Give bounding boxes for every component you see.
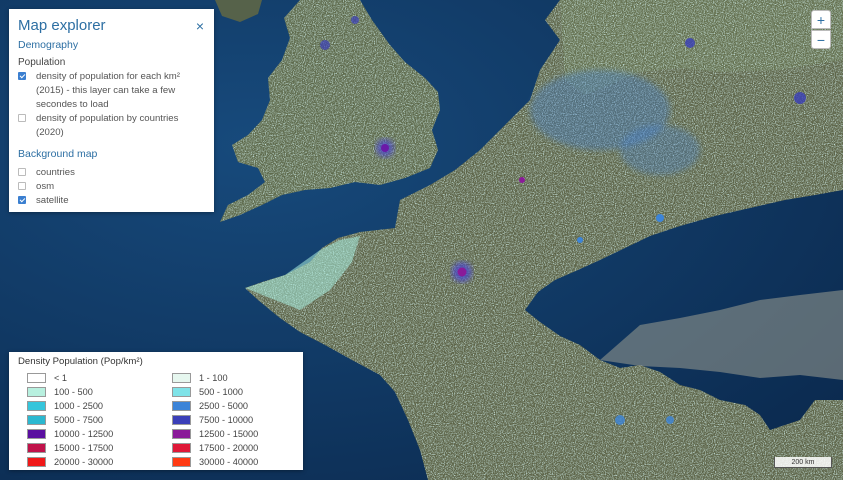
option-bg-satellite[interactable]: satellite xyxy=(18,194,208,208)
legend-label: 500 - 1000 xyxy=(199,387,243,397)
legend-swatch xyxy=(172,443,191,453)
legend-swatch xyxy=(27,443,46,453)
option-density-countries[interactable]: density of population by countries (2020… xyxy=(18,112,208,140)
panel-title: Map explorer xyxy=(18,17,106,34)
legend-swatch xyxy=(172,387,191,397)
legend-swatch xyxy=(172,457,191,467)
legend-label: 5000 - 7500 xyxy=(54,415,104,425)
option-label: density of population for each km² (2015… xyxy=(36,71,180,110)
legend-swatch xyxy=(172,429,191,439)
legend-label: 2500 - 5000 xyxy=(199,401,249,411)
legend-swatch xyxy=(172,373,191,383)
legend-label: 10000 - 12500 xyxy=(54,429,114,439)
legend-swatch xyxy=(27,373,46,383)
legend-label: 7500 - 10000 xyxy=(199,415,254,425)
checkbox-density-km2[interactable] xyxy=(18,72,26,80)
legend-label: 12500 - 15000 xyxy=(199,429,259,439)
option-label: density of population by countries (2020… xyxy=(36,113,179,138)
checkbox-bg-satellite[interactable] xyxy=(18,196,26,204)
map-explorer-panel: Map explorer × Demography Population den… xyxy=(9,9,214,212)
close-icon[interactable]: × xyxy=(196,19,204,33)
legend-label: < 1 xyxy=(54,373,68,383)
zoom-out-button[interactable]: − xyxy=(811,30,831,49)
urban-rhine xyxy=(620,125,700,175)
legend-swatch xyxy=(27,401,46,411)
background-heading: Background map xyxy=(18,148,98,160)
legend-label: 20000 - 30000 xyxy=(54,457,114,467)
legend-label: 1000 - 2500 xyxy=(54,401,104,411)
legend-swatch xyxy=(27,429,46,439)
option-bg-osm[interactable]: osm xyxy=(18,180,208,194)
option-label: osm xyxy=(36,181,55,192)
legend-swatch xyxy=(27,415,46,425)
demography-heading: Demography xyxy=(18,39,79,51)
legend-swatch xyxy=(172,401,191,411)
legend-swatch xyxy=(27,457,46,467)
option-bg-countries[interactable]: countries xyxy=(18,166,208,180)
checkbox-density-countries[interactable] xyxy=(18,114,26,122)
checkbox-bg-osm[interactable] xyxy=(18,182,26,190)
checkbox-bg-countries[interactable] xyxy=(18,168,26,176)
legend-label: 30000 - 40000 xyxy=(199,457,259,467)
zoom-in-button[interactable]: + xyxy=(811,10,831,29)
legend-label: 1 - 100 xyxy=(199,373,228,383)
legend-label: 17500 - 20000 xyxy=(199,443,259,453)
legend-swatch xyxy=(172,415,191,425)
option-label: countries xyxy=(36,167,75,178)
legend-swatch xyxy=(27,387,46,397)
legend-label: 15000 - 17500 xyxy=(54,443,114,453)
option-density-km2[interactable]: density of population for each km² (2015… xyxy=(18,70,208,112)
population-heading: Population xyxy=(18,57,66,68)
scale-bar: 200 km xyxy=(774,457,832,468)
option-label: satellite xyxy=(36,195,69,206)
legend-title: Density Population (Pop/km²) xyxy=(18,356,143,367)
density-legend: Density Population (Pop/km²) < 1 1 - 100 1… xyxy=(9,352,303,470)
legend-label: 100 - 500 xyxy=(54,387,93,397)
